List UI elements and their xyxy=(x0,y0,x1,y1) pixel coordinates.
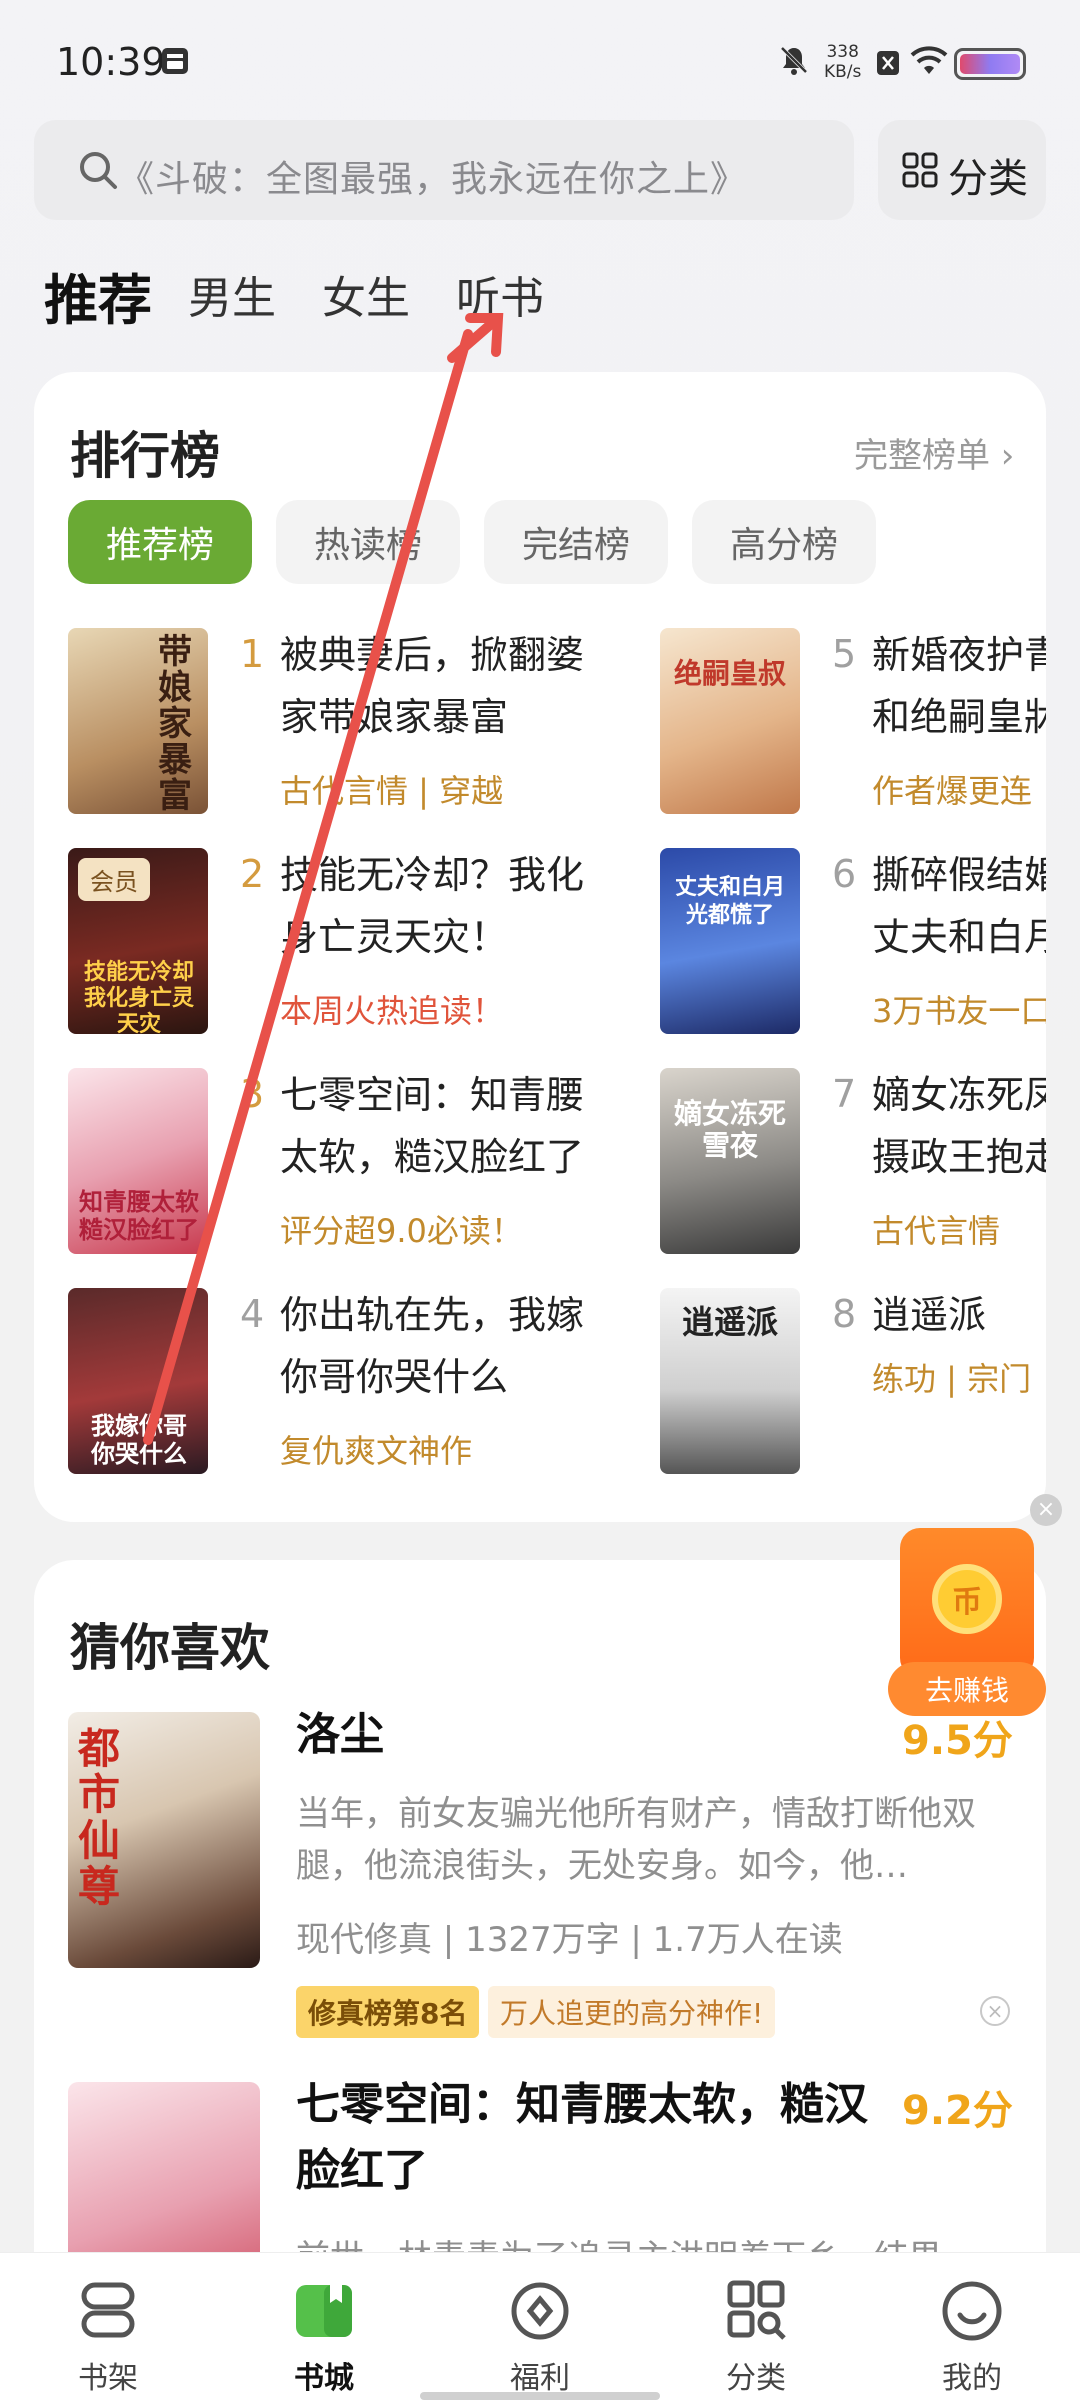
nav-welfare[interactable]: 福利 xyxy=(432,2253,648,2408)
tab-female[interactable]: 女生 xyxy=(322,262,410,326)
chip-high-score[interactable]: 高分榜 xyxy=(692,500,876,584)
rec-book-title-line1[interactable]: 七零空间：知青腰太软，糙汉 xyxy=(296,2072,868,2138)
battery-icon xyxy=(954,48,1026,80)
no-sim-icon xyxy=(877,51,899,75)
mute-bell-icon xyxy=(780,46,808,75)
ranking-card: 排行榜 完整榜单 › 推荐榜 热读榜 完结榜 高分榜 带娘家暴富 1 被典妻后，… xyxy=(34,372,1046,1522)
chip-recommend[interactable]: 推荐榜 xyxy=(68,500,252,584)
close-earn-icon[interactable]: × xyxy=(1030,1494,1062,1526)
search-placeholder: 《斗破：全图最强，我永远在你之上》 xyxy=(118,159,748,200)
category-button[interactable]: 分类 xyxy=(878,120,1046,220)
chip-finished[interactable]: 完结榜 xyxy=(484,500,668,584)
profile-icon xyxy=(942,2281,1002,2341)
book-cover: 丈夫和白月光都慌了 xyxy=(660,848,800,1034)
search-icon xyxy=(80,152,117,189)
status-bar: 10:39 338 KB/s xyxy=(0,0,1080,120)
book-cover: 知青腰太软 糙汉脸红了 xyxy=(68,1068,208,1254)
bookstore-icon xyxy=(296,2285,352,2337)
book-cover: 绝嗣皇叔 xyxy=(660,628,800,814)
book-cover: 会员 技能无冷却 我化身亡灵天灾 xyxy=(68,848,208,1034)
book-cover: 带娘家暴富 xyxy=(68,628,208,814)
vip-badge: 会员 xyxy=(78,858,150,901)
clock: 10:39 xyxy=(56,40,166,84)
category-button-label: 分类 xyxy=(948,156,1028,202)
rec-meta: 现代修真 | 1327万字 | 1.7万人在读 xyxy=(296,1920,843,1960)
grid-icon xyxy=(902,152,938,188)
coin-icon: 币 xyxy=(932,1564,1002,1634)
category-icon xyxy=(727,2280,786,2340)
bookshelf-icon xyxy=(81,2282,135,2338)
tab-male[interactable]: 男生 xyxy=(188,262,276,326)
book-cover: 我嫁你哥 你哭什么 xyxy=(68,1288,208,1474)
book-cover: 嫡女冻死雪夜 xyxy=(660,1068,800,1254)
rec-description: 当年，前女友骗光他所有财产，情敌打断他双腿，他流浪街头，无处安身。如今，他… xyxy=(296,1794,976,1886)
nav-category[interactable]: 分类 xyxy=(648,2253,864,2408)
search-bar[interactable]: 《斗破：全图最强，我永远在你之上》 xyxy=(34,120,854,220)
rec-book-title-line2[interactable]: 脸红了 xyxy=(296,2138,428,2204)
notification-app-icon xyxy=(162,48,188,74)
earn-label: 去赚钱 xyxy=(888,1662,1046,1716)
rank-badge: 修真榜第8名 xyxy=(296,1986,480,2038)
home-indicator[interactable] xyxy=(420,2392,660,2400)
network-speed: 338 KB/s xyxy=(824,42,862,82)
guess-title: 猜你喜欢 xyxy=(70,1619,270,1677)
highlight-badge: 万人追更的高分神作! xyxy=(488,1986,776,2038)
wifi-icon xyxy=(910,46,948,74)
full-ranking-link[interactable]: 完整榜单 › xyxy=(854,428,1014,477)
book-cover[interactable]: 都市仙尊 xyxy=(68,1712,260,1968)
earn-money-widget[interactable]: 币 去赚钱 xyxy=(888,1528,1046,1718)
nav-profile[interactable]: 我的 xyxy=(864,2253,1080,2408)
gift-icon xyxy=(511,2282,569,2340)
bottom-navigation: 书架 书城 福利 分类 我的 xyxy=(0,2252,1080,2408)
nav-bookstore[interactable]: 书城 xyxy=(216,2253,432,2408)
nav-bookshelf[interactable]: 书架 xyxy=(0,2253,216,2408)
dismiss-icon[interactable]: × xyxy=(980,1996,1010,2026)
chip-hot[interactable]: 热读榜 xyxy=(276,500,460,584)
book-cover: 逍遥派 xyxy=(660,1288,800,1474)
rec-book-title[interactable]: 洛尘 xyxy=(296,1702,384,1768)
tab-recommend[interactable]: 推荐 xyxy=(44,256,152,335)
rec-score: 9.2分 xyxy=(902,2088,1013,2134)
tab-audiobook[interactable]: 听书 xyxy=(456,262,544,326)
ranking-title: 排行榜 xyxy=(70,427,220,485)
